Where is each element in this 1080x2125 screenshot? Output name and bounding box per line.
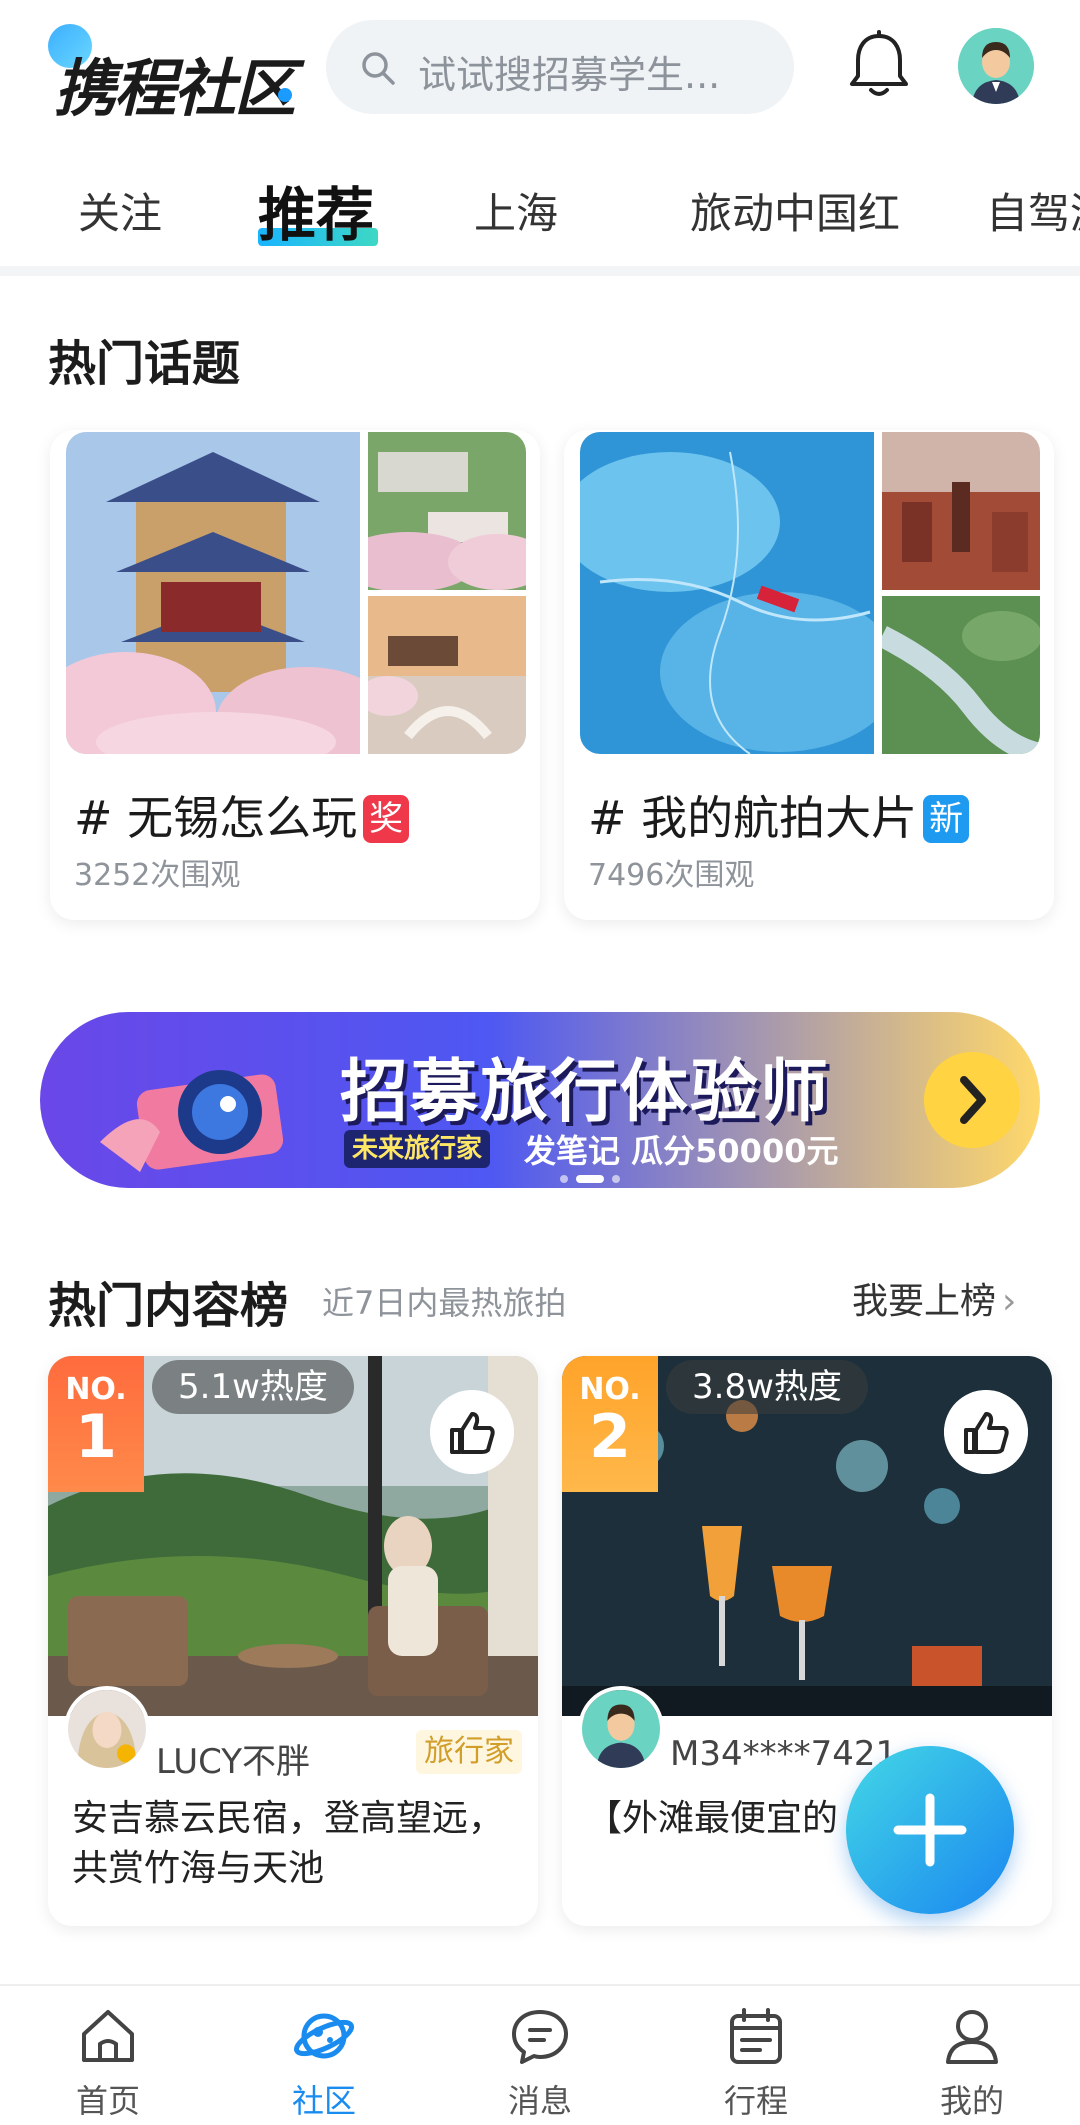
heat-score: 3.8w热度: [666, 1360, 868, 1414]
tab-follow[interactable]: 关注: [78, 180, 162, 241]
nav-profile[interactable]: 我的: [912, 2004, 1032, 2122]
heat-score: 5.1w热度: [152, 1360, 354, 1414]
author-avatar[interactable]: [64, 1686, 150, 1772]
topic-name: # 我的航拍大片新: [588, 782, 970, 848]
default-avatar-icon: [582, 1690, 660, 1768]
community-planet-icon: [293, 2013, 355, 2059]
rank-no-label: NO.: [579, 1372, 641, 1407]
bottom-navigation: 首页 社区 消息 行程 我的: [0, 1984, 1080, 2125]
nav-itinerary[interactable]: 行程: [696, 2004, 816, 2122]
notification-bell-icon[interactable]: [846, 30, 912, 102]
logo-text: 携程社区: [54, 52, 296, 125]
avatar-person-icon: [958, 28, 1034, 104]
chevron-right-icon: ›: [1002, 1281, 1017, 1322]
message-icon: [512, 2010, 568, 2064]
traveler-tag: 旅行家: [416, 1730, 522, 1774]
topic-view-count: 3252次围观: [74, 858, 241, 893]
pavilion-cherry-photo: [66, 432, 360, 754]
nav-itinerary-label: 行程: [723, 2082, 788, 2120]
ctrip-community-logo[interactable]: 携程社区: [48, 24, 298, 125]
rank-no-label: NO.: [65, 1372, 127, 1407]
banner-arrow-button[interactable]: [924, 1052, 1020, 1148]
profile-icon: [946, 2010, 998, 2064]
aerial-park-photo: [368, 432, 526, 590]
author-name: M34****7421: [670, 1734, 898, 1774]
green-river-photo: [882, 596, 1040, 754]
rank-number: 1: [75, 1402, 117, 1472]
nav-community[interactable]: 社区: [264, 2004, 384, 2122]
join-ranking-label: 我要上榜: [852, 1281, 997, 1322]
nav-home[interactable]: 首页: [48, 2004, 168, 2122]
nav-profile-label: 我的: [939, 2082, 1004, 2120]
reward-badge: 奖: [363, 795, 410, 843]
nav-messages[interactable]: 消息: [480, 2004, 600, 2122]
thumbs-up-icon[interactable]: [430, 1390, 514, 1474]
author-photo: [68, 1690, 146, 1768]
topic-name: # 无锡怎么玩奖: [74, 782, 410, 848]
garden-bridge-photo: [368, 596, 526, 754]
home-icon: [82, 2010, 134, 2062]
new-badge: 新: [923, 795, 970, 843]
recruit-banner[interactable]: 招募旅行体验师 未来旅行家 发笔记 瓜分50000元: [40, 1012, 1040, 1188]
topic-name-text: # 无锡怎么玩: [74, 791, 358, 845]
create-post-plus-button[interactable]: [846, 1746, 1014, 1914]
nav-home-label: 首页: [75, 2082, 140, 2120]
post-description: 安吉慕云民宿，登高望远，共赏竹海与天池: [72, 1798, 505, 1889]
tab-self-drive[interactable]: 自驾游: [986, 180, 1080, 241]
indicator-dot: [560, 1175, 568, 1183]
hot-topics-title: 热门话题: [48, 336, 241, 392]
search-bar[interactable]: 试试搜招募学生...: [326, 20, 794, 114]
old-town-aerial-photo: [882, 432, 1040, 590]
banner-tag: 未来旅行家: [344, 1130, 491, 1168]
banner-subtitle: 发笔记 瓜分50000元: [524, 1132, 839, 1170]
tab-recommend[interactable]: 推荐: [258, 168, 374, 252]
hot-ranking-title: 热门内容榜: [48, 1278, 289, 1334]
join-ranking-link[interactable]: 我要上榜 ›: [852, 1272, 1016, 1324]
banner-page-indicator: [560, 1168, 628, 1187]
nav-community-label: 社区: [291, 2082, 356, 2120]
indicator-dot-active: [576, 1175, 604, 1183]
thumbs-up-icon[interactable]: [944, 1390, 1028, 1474]
topic-name-text: # 我的航拍大片: [588, 791, 918, 845]
search-icon: [362, 52, 395, 85]
camera-illustration-icon: [100, 1070, 284, 1172]
banner-title: 招募旅行体验师: [340, 1053, 831, 1132]
topic-card-aerial[interactable]: # 我的航拍大片新 7496次围观: [564, 430, 1054, 920]
logo-spot: [278, 88, 292, 102]
author-avatar[interactable]: [578, 1686, 664, 1772]
top-header: 携程社区 试试搜招募学生...: [0, 0, 1080, 140]
indicator-dot: [612, 1175, 620, 1183]
rank-number: 2: [589, 1402, 631, 1472]
rank-number-badge: NO. 2: [562, 1356, 658, 1492]
tab-travel-china-red[interactable]: 旅动中国红: [690, 180, 900, 241]
tab-shanghai[interactable]: 上海: [474, 180, 558, 241]
topic-view-count: 7496次围观: [588, 858, 755, 893]
search-placeholder: 试试搜招募学生...: [418, 53, 721, 97]
user-avatar[interactable]: [958, 28, 1034, 104]
category-tabs: 关注 推荐 上海 旅动中国红 自驾游: [0, 140, 1080, 276]
hot-ranking-subtitle: 近7日内最热旅拍: [322, 1284, 567, 1322]
rank-card-1[interactable]: NO. 1 5.1w热度 LUCY不胖 旅行家 安吉慕云民宿，登高望远，共赏竹海…: [48, 1356, 538, 1926]
calendar-icon: [730, 2008, 782, 2064]
author-name: LUCY不胖: [156, 1742, 311, 1782]
nav-messages-label: 消息: [507, 2082, 572, 2120]
frozen-lake-photo: [580, 432, 874, 754]
topic-card-wuxi[interactable]: # 无锡怎么玩奖 3252次围观: [50, 430, 540, 920]
rank-number-badge: NO. 1: [48, 1356, 144, 1492]
